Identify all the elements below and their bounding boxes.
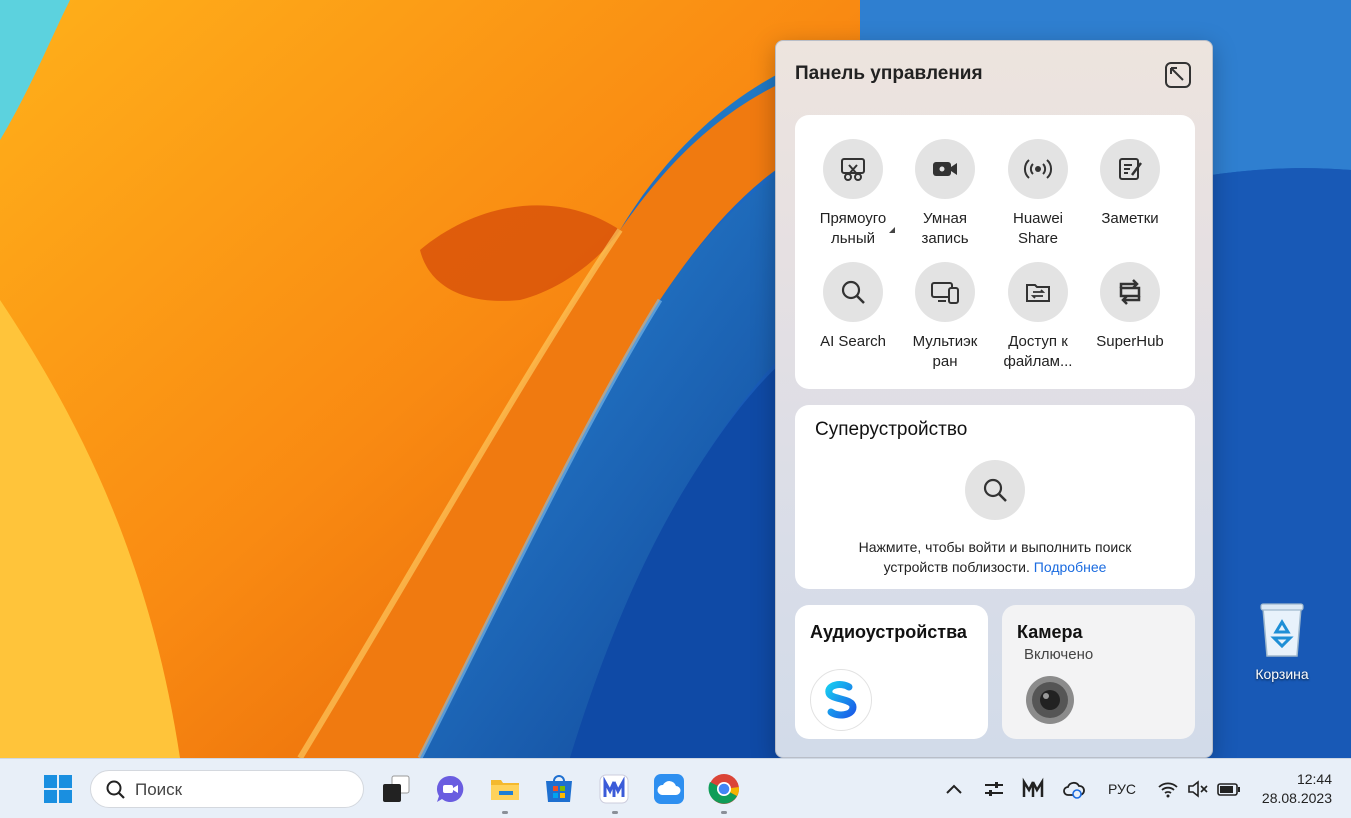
tool-rectangular-screenshot[interactable]: Прямоуго льный <box>807 139 899 249</box>
panel-title: Панель управления <box>795 63 983 84</box>
start-button[interactable] <box>42 773 74 805</box>
taskbar-search[interactable] <box>90 770 364 808</box>
tool-label: Мультиэк ран <box>912 333 978 370</box>
windows-logo-icon <box>44 775 72 803</box>
camera-title: Камера <box>1017 622 1083 642</box>
tool-file-access[interactable]: Доступ к файлам... <box>992 262 1084 372</box>
tool-multiscreen[interactable]: Мультиэк ран <box>899 262 991 372</box>
task-view-icon[interactable] <box>380 773 412 805</box>
clock[interactable]: 12:44 28.08.2023 <box>1262 770 1332 808</box>
tool-label: SuperHub <box>1096 333 1164 350</box>
expand-corner-icon[interactable] <box>889 227 895 233</box>
camera-status: Включено <box>1024 646 1094 663</box>
pc-manager-tray-icon[interactable] <box>1022 777 1044 801</box>
super-device-title: Суперустройство <box>815 419 968 440</box>
tool-notes[interactable]: Заметки <box>1084 139 1176 229</box>
running-indicator <box>502 811 508 814</box>
tool-huawei-share[interactable]: Huawei Share <box>992 139 1084 249</box>
clock-time: 12:44 <box>1296 771 1332 787</box>
camera-card[interactable]: Камера Включено <box>1002 605 1195 739</box>
pc-manager-icon[interactable] <box>598 773 630 805</box>
audio-logo-icon <box>810 669 872 731</box>
taskbar: РУС 12:44 28.08.2023 <box>0 758 1351 818</box>
search-input[interactable] <box>135 779 345 801</box>
running-indicator <box>721 811 727 814</box>
camera-lens-icon <box>1025 675 1075 725</box>
tool-label: Умная запись <box>921 210 969 247</box>
learn-more-link[interactable]: Подробнее <box>1034 559 1107 575</box>
video-camera-icon <box>915 139 975 199</box>
search-icon <box>983 478 1007 502</box>
tool-label: Huawei Share <box>1012 210 1064 247</box>
recycle-bin-label: Корзина <box>1255 666 1309 682</box>
language-indicator[interactable]: РУС <box>1108 781 1136 797</box>
recycle-bin[interactable]: Корзина <box>1248 600 1316 682</box>
quick-tools-card: Прямоуго льный Умная запись Huawei Share… <box>795 115 1195 389</box>
multiscreen-icon <box>915 262 975 322</box>
tool-label: Заметки <box>1101 210 1159 227</box>
device-search-button[interactable] <box>965 460 1025 520</box>
wireless-broadcast-icon <box>1008 139 1068 199</box>
superhub-icon <box>1100 262 1160 322</box>
super-device-hint: Нажмите, чтобы войти и выполнить поиск у… <box>795 537 1195 577</box>
recycle-bin-icon <box>1257 600 1307 658</box>
wifi-icon[interactable] <box>1157 777 1179 801</box>
cloud-sync-icon[interactable] <box>1062 777 1086 801</box>
super-device-card: Суперустройство Нажмите, чтобы войти и в… <box>795 405 1195 589</box>
pin-icon[interactable] <box>1164 61 1192 89</box>
file-explorer-icon[interactable] <box>489 773 521 805</box>
cloud-app-icon[interactable] <box>653 773 685 805</box>
tool-label: Прямоуго льный <box>819 210 887 247</box>
audio-devices-card[interactable]: Аудиоустройства <box>795 605 988 739</box>
search-icon <box>823 262 883 322</box>
tool-label: AI Search <box>820 333 886 350</box>
battery-icon[interactable] <box>1217 777 1241 801</box>
audio-title: Аудиоустройства <box>810 622 967 642</box>
screenshot-scissors-icon <box>823 139 883 199</box>
running-indicator <box>612 811 618 814</box>
search-icon <box>106 780 125 799</box>
tool-smart-record[interactable]: Умная запись <box>899 139 991 249</box>
volume-muted-icon[interactable] <box>1187 777 1209 801</box>
tool-superhub[interactable]: SuperHub <box>1084 262 1176 352</box>
tool-ai-search[interactable]: AI Search <box>807 262 899 352</box>
chat-app-icon[interactable] <box>434 773 466 805</box>
chrome-icon[interactable] <box>708 773 740 805</box>
tool-label: Доступ к файлам... <box>1003 333 1073 370</box>
store-icon[interactable] <box>543 773 575 805</box>
super-device-hint-line2: устройств поблизости. <box>883 559 1030 575</box>
notes-pen-icon <box>1100 139 1160 199</box>
clock-date: 28.08.2023 <box>1261 790 1332 806</box>
super-device-hint-line1: Нажмите, чтобы войти и выполнить поиск <box>858 539 1132 555</box>
show-hidden-icons-chevron-up-icon[interactable] <box>944 777 964 801</box>
folder-share-icon <box>1008 262 1068 322</box>
control-panel: Панель управления Прямоуго льный Умная з… <box>775 40 1213 758</box>
settings-sliders-icon[interactable] <box>983 777 1005 801</box>
